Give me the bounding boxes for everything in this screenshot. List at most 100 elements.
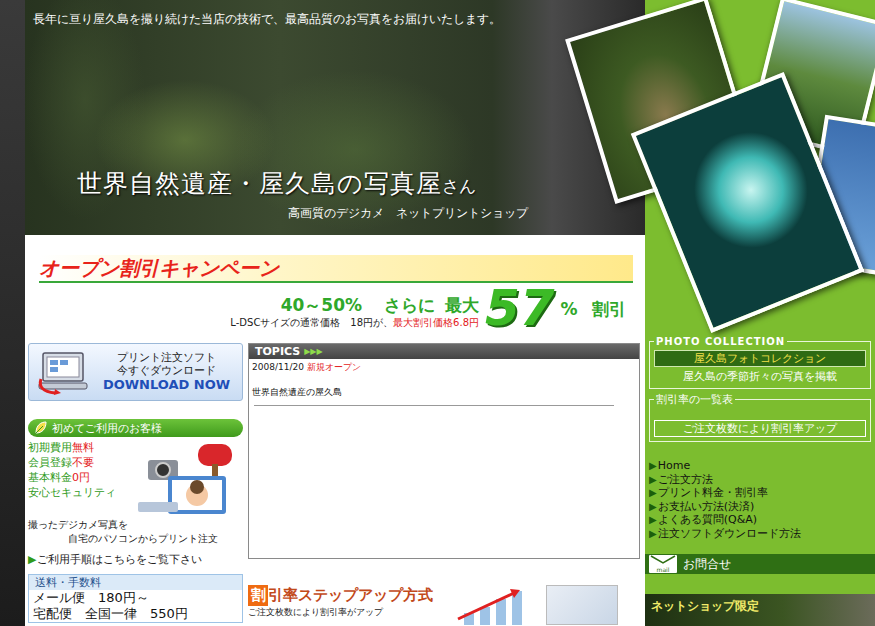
feature-item: 初期費用無料	[28, 440, 128, 455]
photo	[565, 0, 757, 204]
campaign-title-bar: オープン割引キャンペーン	[39, 255, 633, 281]
photo-collection-title: PHOTO COLLECTION	[654, 335, 787, 348]
photo-collection-box[interactable]: PHOTO COLLECTION屋久島フォトコレクション屋久島の季節折々の写真を…	[649, 341, 871, 389]
net-shop-limited[interactable]: ネットショップ限定	[645, 594, 875, 626]
nav-item[interactable]: ▶注文ソフトダウンロード方法	[649, 527, 871, 541]
discount-label: 割引	[592, 298, 626, 320]
center-column: TOPICS▶▶▶2008/11/20 新規オープン世界自然遺産の屋久島割引率ス…	[248, 343, 640, 626]
nav-item[interactable]: ▶よくある質問(Q&A)	[649, 513, 871, 527]
mail-icon-text: mail	[657, 566, 670, 573]
topics-header: TOPICS ▶▶▶	[249, 344, 639, 359]
download-button[interactable]: プリント注文ソフト今すぐダウンロードDOWNLOAD NOW	[28, 343, 243, 401]
nav-label[interactable]: 注文ソフトダウンロード方法	[658, 527, 801, 541]
download-line: プリント注文ソフト	[117, 351, 216, 364]
nav-label[interactable]: お支払い方法(決済)	[658, 500, 755, 514]
usage-guide-link[interactable]: ▶ご利用手順はこちらをご覧下さい	[28, 552, 243, 567]
feature-text: 会員登録	[28, 456, 72, 469]
site-title-main: 世界自然遺産・屋久島の写真屋	[77, 167, 442, 200]
nav-label[interactable]: ご注文方法	[658, 473, 713, 487]
mail-icon: mail	[649, 555, 677, 573]
feature-list: 初期費用無料会員登録不要基本料金0円安心セキュリティ	[28, 440, 128, 518]
first-time-body: 初期費用無料会員登録不要基本料金0円安心セキュリティ	[28, 440, 243, 518]
campaign-title: オープン割引キャンペーン	[39, 256, 279, 280]
download-text: プリント注文ソフト今すぐダウンロードDOWNLOAD NOW	[97, 351, 236, 393]
stepup-left: 割引率ステップアップ方式ご注文枚数により割引率がアップ	[248, 585, 448, 625]
topics-arrows: ▶▶▶	[304, 347, 322, 356]
feature-item: 会員登録不要	[28, 455, 128, 470]
feature-highlight: 0円	[72, 471, 90, 484]
content: オープン割引キャンペーン40～50%さらに最大L-DSCサイズの通常価格 18円…	[25, 235, 875, 626]
title-block: 世界自然遺産・屋久島の写真屋さん高画質のデジカメ ネットプリントショップ	[33, 167, 875, 221]
topics-title: TOPICS	[255, 345, 300, 358]
photo	[748, 0, 875, 157]
page: 長年に亘り屋久島を撮り続けた当店の技術で、最高品質のお写真をお届けいたします。世…	[0, 0, 875, 626]
discount-range: 40～50%	[281, 294, 362, 316]
tagline: 長年に亘り屋久島を撮り続けた当店の技術で、最高品質のお写真をお届けいたします。	[33, 11, 875, 27]
baby-photo	[546, 585, 618, 625]
nav-label[interactable]: よくある質問(Q&A)	[658, 513, 757, 527]
nav-item[interactable]: ▶プリント料金・割引率	[649, 486, 871, 500]
stepup-section[interactable]: 割引率ステップアップ方式ご注文枚数により割引率がアップ	[248, 585, 640, 625]
leaf-icon	[34, 421, 48, 435]
campaign-note-price: 最大割引価格6.8円	[393, 317, 479, 328]
usage-guide-text[interactable]: ご利用手順はこちらをご覧下さい	[37, 552, 202, 567]
topic-tag: 新規オープン	[307, 362, 361, 372]
nav-bullet: ▶	[649, 486, 657, 500]
photo-collection-link[interactable]: 屋久島フォトコレクション	[654, 350, 866, 367]
chart-icon	[454, 585, 540, 625]
nav-bullet: ▶	[649, 459, 657, 473]
campaign-percent: % 割引	[561, 298, 626, 332]
feature-item: 安心セキュリティ	[28, 485, 128, 500]
feature-text: 初期費用	[28, 441, 72, 454]
main: 長年に亘り屋久島を撮り続けた当店の技術で、最高品質のお写真をお届けいたします。世…	[25, 0, 875, 626]
header: 長年に亘り屋久島を撮り続けた当店の技術で、最高品質のお写真をお届けいたします。世…	[25, 0, 875, 235]
nav-item[interactable]: ▶ご注文方法	[649, 473, 871, 487]
topic-text: 世界自然遺産の屋久島	[252, 386, 636, 399]
nav-label[interactable]: Home	[658, 459, 690, 473]
feature-highlight: 無料	[72, 441, 94, 454]
campaign-note: L-DSCサイズの通常価格 18円が、最大割引価格6.8円	[230, 316, 479, 332]
feature-text: 安心セキュリティ	[28, 486, 116, 499]
stepup-title-row: 割引率ステップアップ方式	[248, 585, 448, 606]
feature-highlight: 不要	[72, 456, 94, 469]
campaign-banner[interactable]: オープン割引キャンペーン40～50%さらに最大L-DSCサイズの通常価格 18円…	[25, 235, 645, 340]
contact-bar[interactable]: mail お問合せ	[645, 554, 875, 574]
campaign-row: 40～50%さらに最大L-DSCサイズの通常価格 18円が、最大割引価格6.8円…	[39, 284, 633, 332]
shipping-title: 送料・手数料	[29, 575, 242, 590]
discount-table-link[interactable]: ご注文枚数により割引率アップ	[654, 420, 866, 437]
computer-icon	[35, 349, 91, 395]
nav-bullet: ▶	[649, 473, 657, 487]
photo	[631, 72, 865, 333]
contact-label[interactable]: お問合せ	[683, 556, 731, 573]
site-title[interactable]: 世界自然遺産・屋久島の写真屋さん	[33, 167, 875, 200]
photo-collage	[535, 0, 875, 340]
subtitle: 高画質のデジカメ ネットプリントショップ	[33, 206, 875, 221]
campaign-big-number: 57	[485, 284, 555, 332]
campaign-left: 40～50%さらに最大L-DSCサイズの通常価格 18円が、最大割引価格6.8円	[39, 294, 479, 332]
first-time-desc: 自宅のパソコンからプリント注文	[28, 532, 243, 546]
download-now[interactable]: DOWNLOAD NOW	[103, 377, 230, 393]
nav-list: ▶Home▶ご注文方法▶プリント料金・割引率▶お支払い方法(決済)▶よくある質問…	[649, 459, 871, 540]
nav-label[interactable]: プリント料金・割引率	[658, 486, 768, 500]
feature-text: 基本料金	[28, 471, 72, 484]
shipping-row: 宅配便 全国一律 550円	[29, 606, 242, 622]
camera-mailbox-icon	[128, 440, 240, 518]
right-column: PHOTO COLLECTION屋久島フォトコレクション屋久島の季節折々の写真を…	[645, 235, 875, 626]
topic-item[interactable]: 2008/11/20 新規オープン世界自然遺産の屋久島	[249, 359, 639, 408]
content-left: オープン割引キャンペーン40～50%さらに最大L-DSCサイズの通常価格 18円…	[25, 235, 645, 626]
columns: プリント注文ソフト今すぐダウンロードDOWNLOAD NOW初めてご利用のお客様…	[25, 340, 645, 626]
nav-item[interactable]: ▶お支払い方法(決済)	[649, 500, 871, 514]
percent-sign: %	[561, 298, 578, 320]
nav-bullet: ▶	[649, 527, 657, 541]
campaign-more: さらに	[384, 294, 435, 316]
nav-item[interactable]: ▶Home	[649, 459, 871, 473]
left-column: プリント注文ソフト今すぐダウンロードDOWNLOAD NOW初めてご利用のお客様…	[28, 343, 243, 626]
discount-table-box[interactable]: 割引率の一覧表ご注文枚数により割引率アップ	[649, 399, 871, 442]
discount-table-title: 割引率の一覧表	[654, 393, 735, 406]
campaign-offer: 40～50%さらに最大	[281, 294, 479, 316]
topic-divider	[254, 405, 614, 406]
arrow-icon: ▶	[28, 552, 36, 567]
stepup-icon: 割	[248, 585, 268, 606]
site-title-suffix: さん	[442, 175, 476, 198]
download-line: 今すぐダウンロード	[117, 364, 216, 377]
